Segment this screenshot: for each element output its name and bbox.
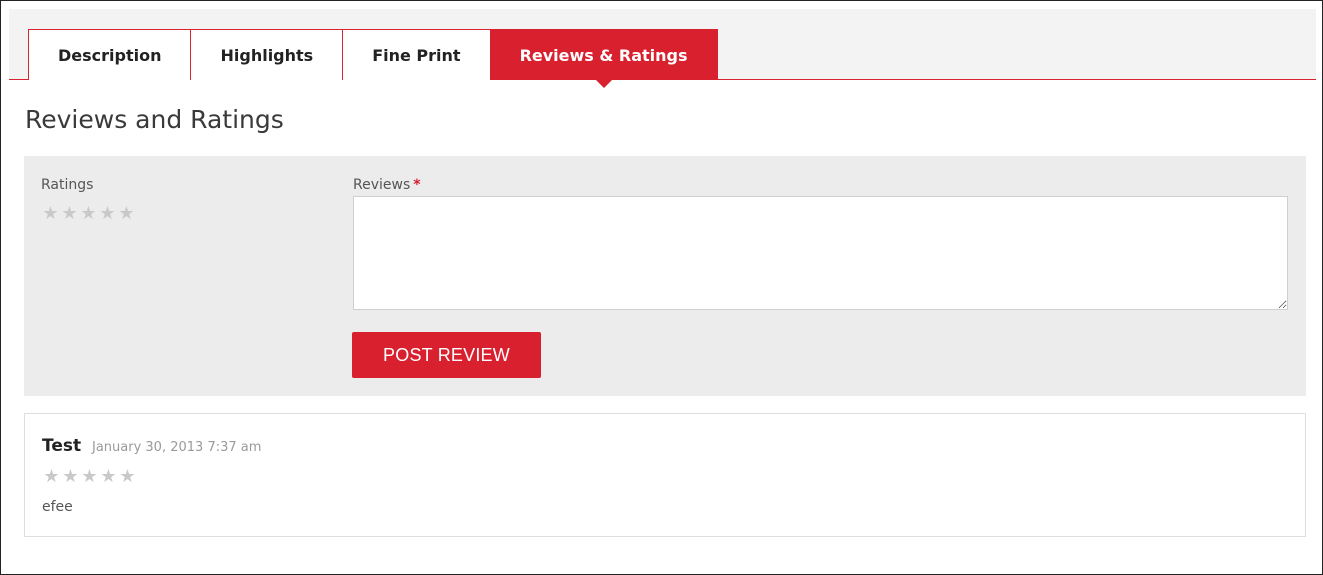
- star-icon: ★: [81, 466, 98, 486]
- review-text: efee: [42, 499, 73, 515]
- review-rating: ★ ★ ★ ★ ★: [42, 467, 137, 485]
- star-icon[interactable]: ★: [98, 204, 117, 222]
- tab-list: Description Highlights Fine Print Review…: [28, 29, 718, 88]
- star-icon[interactable]: ★: [41, 204, 60, 222]
- tab-fine-print[interactable]: Fine Print: [342, 29, 491, 80]
- tab-reviews-ratings[interactable]: Reviews & Ratings: [489, 29, 718, 88]
- star-icon: ★: [100, 466, 117, 486]
- star-icon: ★: [119, 466, 136, 486]
- required-asterisk: *: [413, 177, 421, 193]
- page-title: Reviews and Ratings: [25, 105, 284, 134]
- tab-description[interactable]: Description: [28, 29, 192, 80]
- tab-bar: Description Highlights Fine Print Review…: [9, 9, 1316, 88]
- review-textarea[interactable]: [353, 196, 1288, 310]
- star-icon[interactable]: ★: [117, 204, 136, 222]
- star-icon[interactable]: ★: [60, 204, 79, 222]
- review-date: January 30, 2013 7:37 am: [92, 440, 262, 455]
- star-icon: ★: [43, 466, 60, 486]
- page-frame: Description Highlights Fine Print Review…: [0, 0, 1323, 575]
- star-icon[interactable]: ★: [79, 204, 98, 222]
- rating-input[interactable]: ★ ★ ★ ★ ★: [41, 204, 136, 222]
- tab-highlights[interactable]: Highlights: [190, 29, 344, 80]
- post-review-button[interactable]: POST REVIEW: [352, 332, 541, 378]
- ratings-label: Ratings: [41, 177, 94, 193]
- reviews-label-text: Reviews: [353, 177, 411, 193]
- review-item: Test January 30, 2013 7:37 am ★ ★ ★ ★ ★ …: [24, 413, 1306, 537]
- star-icon: ★: [62, 466, 79, 486]
- review-form: Ratings ★ ★ ★ ★ ★ Reviews * POST REVIEW: [24, 156, 1306, 396]
- reviews-label: Reviews *: [353, 177, 421, 193]
- review-author: Test: [42, 436, 82, 456]
